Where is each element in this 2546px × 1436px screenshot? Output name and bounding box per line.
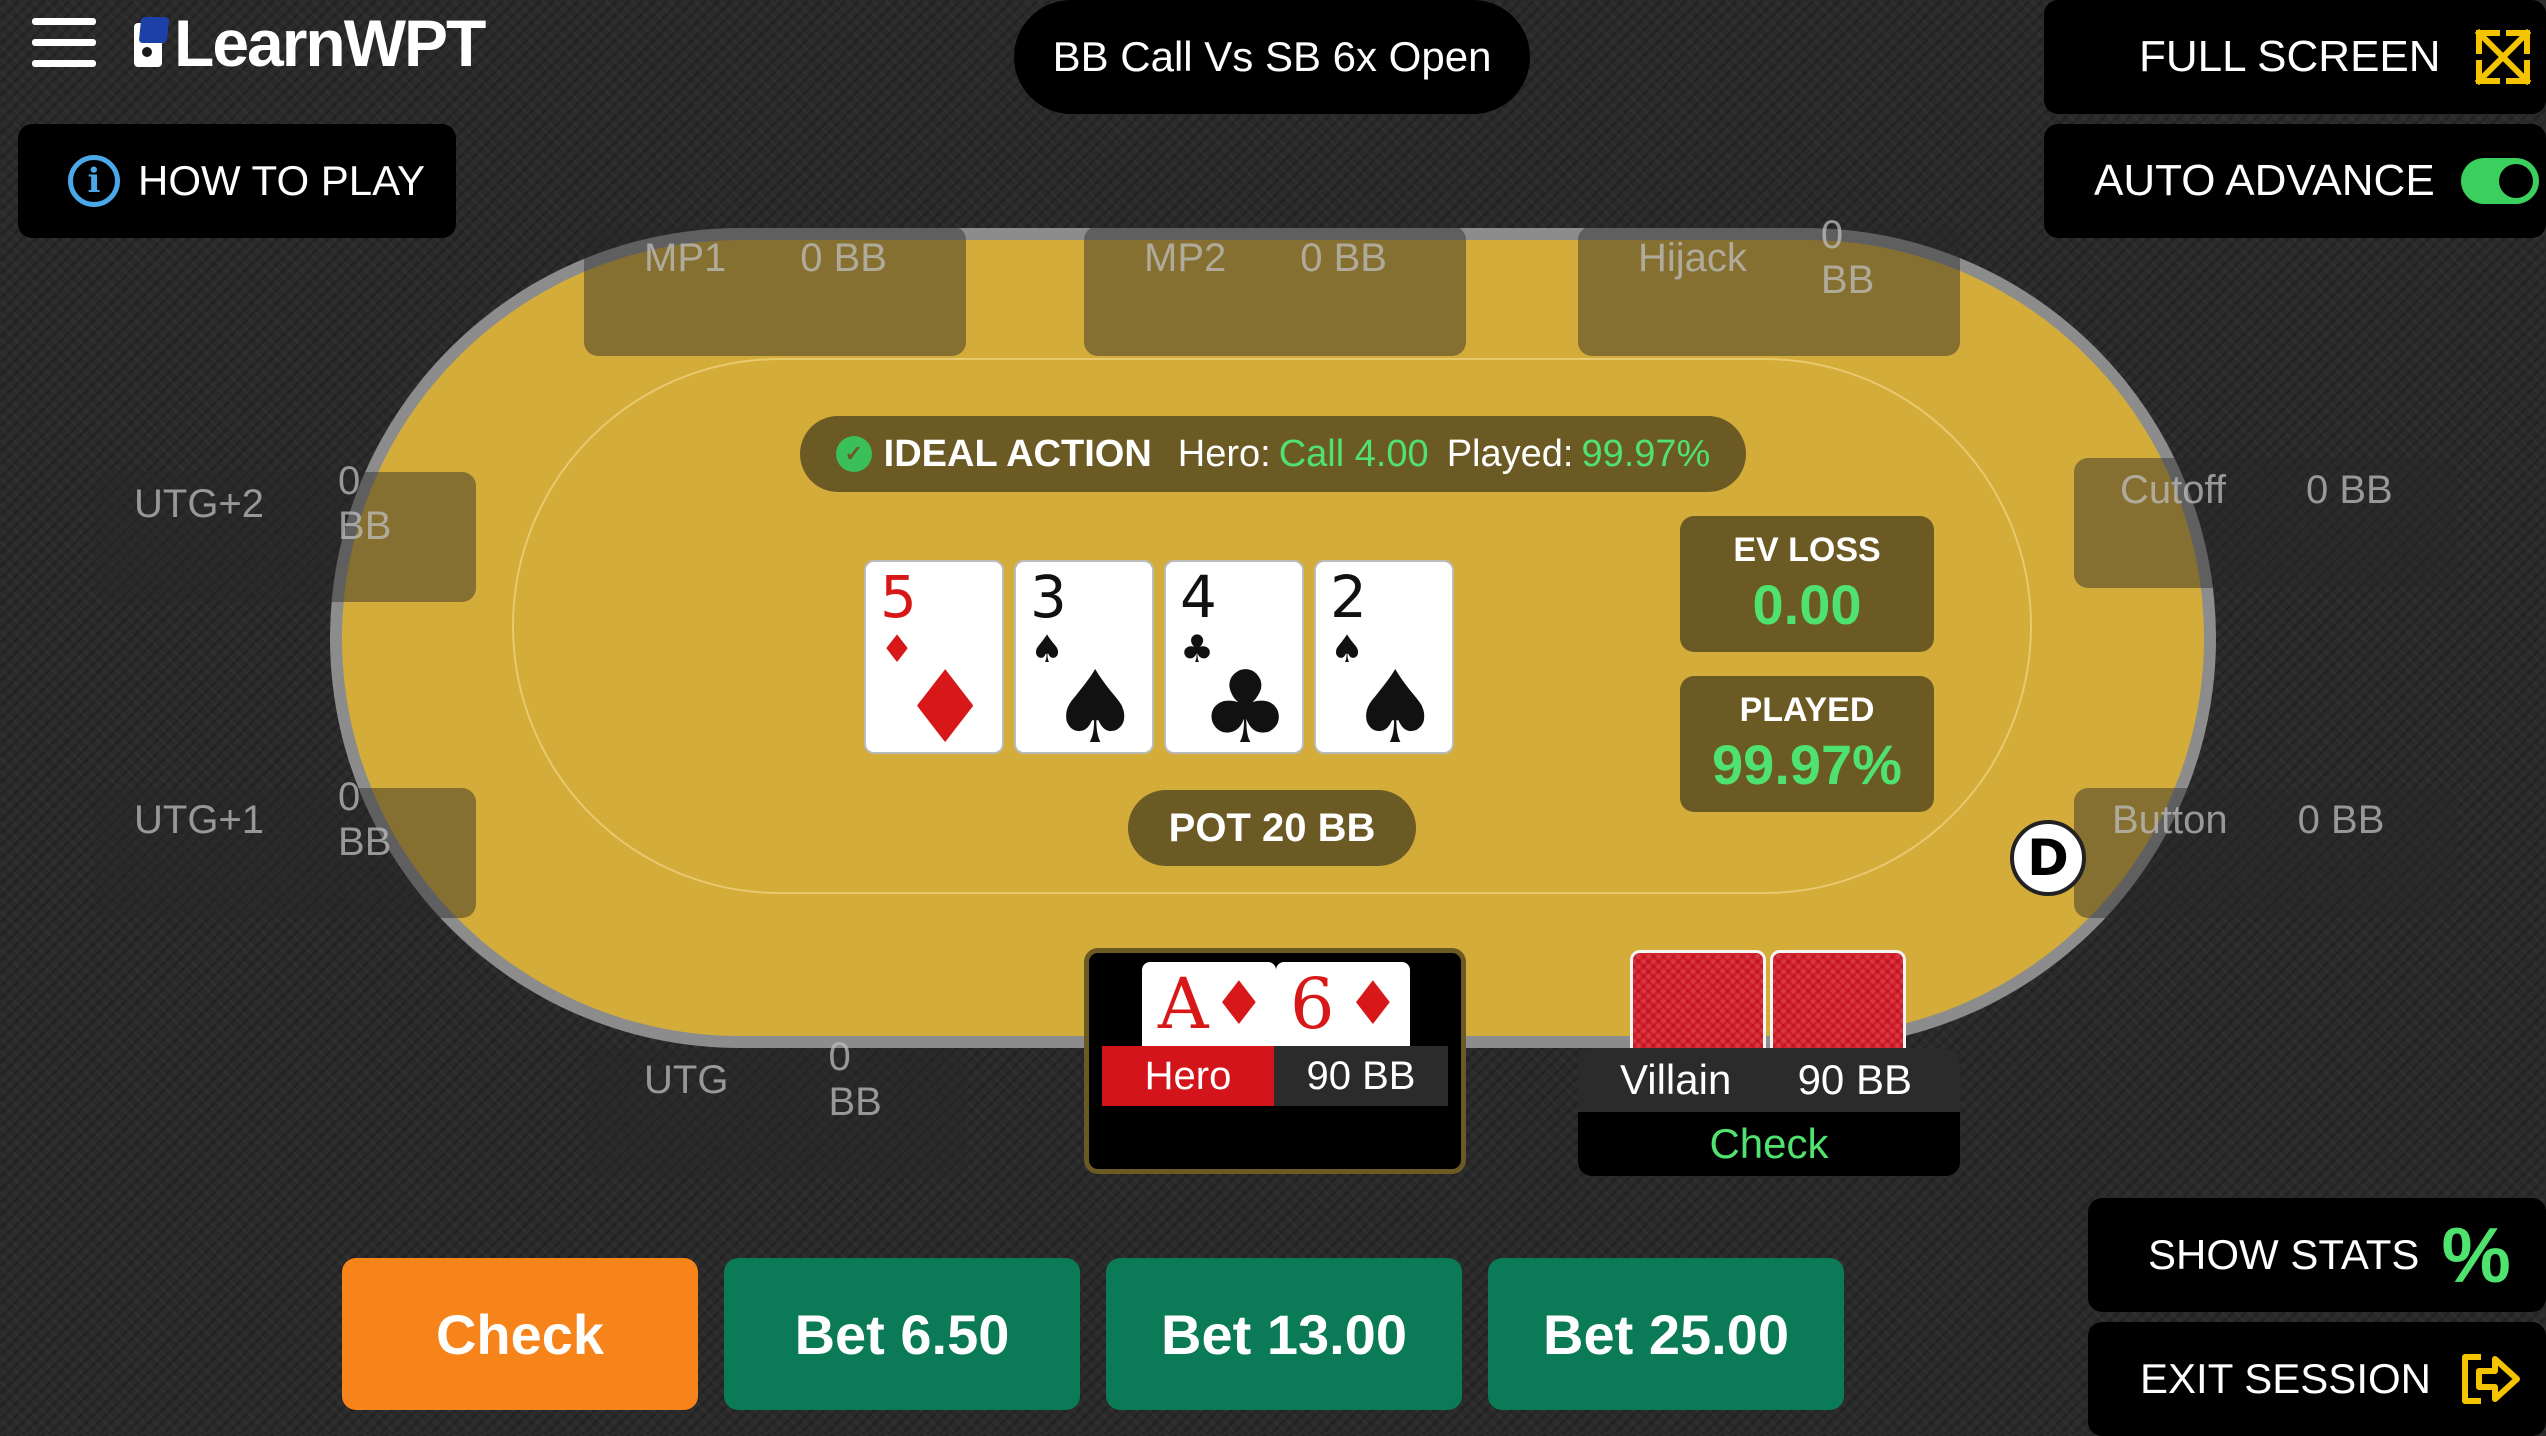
ideal-action-banner: ✓ IDEAL ACTION Hero: Call 4.00 Played: 9… — [800, 416, 1746, 492]
expand-icon — [2474, 28, 2531, 86]
board-card-2: 3 ♠ ♠ — [1014, 560, 1154, 754]
seat-stack: 0 BB — [1300, 235, 1387, 280]
full-screen-label: FULL SCREEN — [2139, 32, 2441, 81]
show-stats-button[interactable]: SHOW STATS % — [2088, 1198, 2546, 1312]
played-panel: PLAYED 99.97% — [1680, 676, 1934, 812]
exit-session-label: EXIT SESSION — [2140, 1355, 2431, 1402]
check-button[interactable]: Check — [342, 1258, 698, 1410]
seat-stack: 0 BB — [2297, 797, 2385, 842]
scenario-title: BB Call Vs SB 6x Open — [1014, 0, 1530, 114]
seat-name: UTG+2 — [134, 481, 265, 526]
card-rank: 2 — [1330, 563, 1367, 631]
show-stats-label: SHOW STATS — [2148, 1231, 2420, 1278]
bet-medium-button[interactable]: Bet 13.00 — [1106, 1258, 1462, 1410]
villain-card-back-2 — [1770, 950, 1906, 1060]
villain-stack: 90 BB — [1797, 1056, 1912, 1103]
board-card-4: 2 ♠ ♠ — [1314, 560, 1454, 754]
info-icon: i — [68, 155, 120, 207]
auto-advance-label: AUTO ADVANCE — [2094, 156, 2435, 205]
diamond-icon: ♦ — [1346, 969, 1400, 1039]
menu-icon[interactable] — [32, 18, 96, 72]
hero-stack: 90 BB — [1274, 1046, 1448, 1106]
board-card-1: 5 ♦ ♦ — [864, 560, 1004, 754]
seat-stack: 0 BB — [2306, 467, 2393, 512]
ev-loss-label: EV LOSS — [1733, 531, 1881, 569]
seat-name: Cutoff — [2120, 467, 2226, 512]
seat-utg: UTG 0 BB — [584, 1035, 966, 1178]
dealer-button: D — [2010, 820, 2086, 896]
seat-name: MP2 — [1144, 235, 1227, 280]
played-value: 99.97% — [1581, 432, 1711, 475]
seat-name: MP1 — [644, 235, 727, 280]
seat-stack: 0 BB — [1820, 213, 1875, 302]
card-rank: 3 — [1030, 563, 1067, 631]
spade-icon: ♠ — [1350, 649, 1440, 754]
board-card-3: 4 ♣ ♣ — [1164, 560, 1304, 754]
seat-button: Button 0 BB — [2074, 788, 2456, 918]
hero-action-label: Hero: — [1177, 432, 1271, 475]
auto-advance-toggle[interactable] — [2460, 158, 2539, 204]
diamond-icon: ♦ — [1212, 969, 1266, 1039]
card-rank: 4 — [1180, 563, 1217, 631]
how-to-play-button[interactable]: i HOW TO PLAY — [18, 124, 456, 238]
exit-arrow-icon — [2462, 1354, 2520, 1404]
ev-loss-value: 0.00 — [1752, 573, 1862, 636]
bet-large-button[interactable]: Bet 25.00 — [1488, 1258, 1844, 1410]
full-screen-button[interactable]: FULL SCREEN — [2044, 0, 2546, 114]
villain-name: Villain — [1620, 1056, 1732, 1103]
ideal-action-label: IDEAL ACTION — [883, 432, 1152, 475]
exit-session-button[interactable]: EXIT SESSION — [2088, 1322, 2546, 1436]
ev-loss-panel: EV LOSS 0.00 — [1680, 516, 1934, 652]
card-rank: 6 — [1290, 963, 1335, 1045]
villain-seat: Villain 90 BB Check — [1578, 1048, 1960, 1176]
club-icon: ♣ — [1200, 649, 1290, 754]
seat-mp1: MP1 0 BB — [584, 226, 966, 356]
hero-info-bar: Hero 90 BB — [1102, 1046, 1448, 1106]
card-rank: 5 — [880, 563, 917, 631]
seat-name: Button — [2112, 797, 2228, 842]
pot-indicator: POT 20 BB — [1128, 790, 1416, 866]
seat-name: UTG — [644, 1057, 729, 1102]
brand-logo[interactable]: LearnWPT — [134, 6, 486, 80]
bet-small-button[interactable]: Bet 6.50 — [724, 1258, 1080, 1410]
seat-utg2: UTG+2 0 BB — [94, 459, 476, 602]
played-stat-label: PLAYED — [1739, 691, 1875, 729]
seat-stack: 0 BB — [800, 235, 887, 280]
seat-cutoff: Cutoff 0 BB — [2074, 458, 2456, 588]
seat-utg1: UTG+1 0 BB — [94, 775, 476, 918]
seat-mp2: MP2 0 BB — [1084, 226, 1466, 356]
logo-mark-icon — [134, 17, 170, 69]
seat-stack: 0 BB — [828, 1035, 882, 1124]
brand-name: LearnWPT — [174, 6, 486, 80]
auto-advance-control: AUTO ADVANCE — [2044, 124, 2546, 238]
diamond-icon: ♦ — [900, 649, 990, 754]
played-stat-value: 99.97% — [1712, 733, 1902, 796]
villain-card-back-1 — [1630, 950, 1766, 1060]
seat-hijack: Hijack 0 BB — [1578, 213, 1960, 356]
seat-stack: 0 BB — [338, 459, 392, 548]
seat-stack: 0 BB — [338, 775, 392, 864]
spade-icon: ♠ — [1050, 649, 1140, 754]
villain-last-action: Check — [1709, 1120, 1829, 1167]
how-to-play-label: HOW TO PLAY — [138, 157, 426, 204]
percent-icon: % — [2441, 1210, 2511, 1299]
verified-check-icon: ✓ — [835, 436, 872, 472]
card-rank: A — [1158, 963, 1209, 1045]
seat-name: Hijack — [1638, 235, 1747, 280]
seat-name: UTG+1 — [134, 797, 265, 842]
played-label: Played: — [1446, 432, 1574, 475]
hero-action-value: Call 4.00 — [1278, 432, 1429, 475]
hero-name: Hero — [1102, 1046, 1274, 1106]
